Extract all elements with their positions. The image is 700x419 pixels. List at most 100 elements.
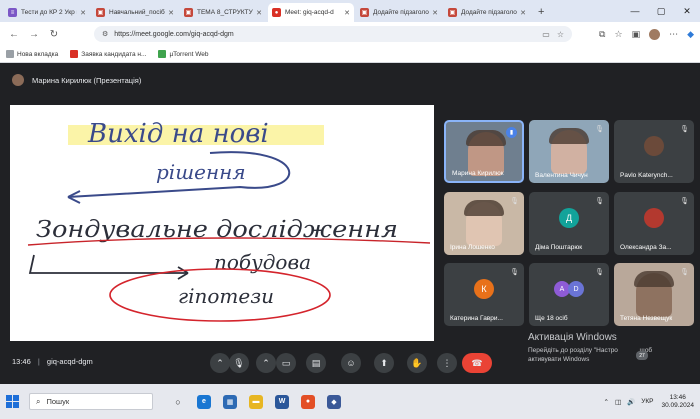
windows-activation-watermark: Активація Windows Перейдіть до розділу "… xyxy=(528,332,652,364)
slide-line-2: рішення xyxy=(156,160,246,184)
task-view-icon[interactable]: ○ xyxy=(171,395,185,409)
favorites-icon[interactable]: ☆ xyxy=(614,29,622,40)
tab-close-icon[interactable]: ✕ xyxy=(168,9,174,17)
participant-tile[interactable]: 🎙 Валентина Чичун xyxy=(529,120,609,183)
participant-name: Олександра За... xyxy=(620,244,672,251)
participant-tile[interactable]: 🎙 Ірина Лошенко xyxy=(444,192,524,255)
more-options-button[interactable]: ⌃ xyxy=(210,353,230,373)
tab-title: Тести до КР 2 Укр про xyxy=(21,9,77,16)
tab-title: Додайте підзаголово xyxy=(373,9,429,16)
participant-name: Pavlo Katerynch... xyxy=(620,172,673,179)
tab-title: Навчальний_посібни xyxy=(109,9,165,16)
mic-off-icon: 🎙 xyxy=(510,198,519,205)
mic-off-icon: 🎙 xyxy=(680,126,689,133)
presenter-header: Марина Кирилюк (Презентація) xyxy=(12,74,141,86)
leave-call-button[interactable]: ☎ xyxy=(462,353,492,373)
mic-off-icon: 🎙 xyxy=(595,269,604,276)
network-icon[interactable]: ◫ xyxy=(615,398,621,406)
new-tab-button[interactable]: + xyxy=(532,3,550,22)
edge-icon[interactable]: e xyxy=(197,394,211,409)
taskbar-search[interactable]: ⌕ Пошук xyxy=(29,393,153,410)
address-bar[interactable]: ⚙ https://meet.google.com/giq-acqd-dgm ▭… xyxy=(94,26,572,42)
forward-button[interactable]: → xyxy=(26,26,42,42)
participant-hair xyxy=(466,130,506,146)
microphone-button[interactable]: 🎙 xyxy=(229,353,249,373)
bookmark-icon xyxy=(70,50,79,58)
star-icon[interactable]: ☆ xyxy=(557,30,564,39)
menu-icon[interactable]: ⋯ xyxy=(669,29,678,40)
word-icon[interactable]: W xyxy=(275,394,289,409)
meeting-code: giq-acqd-dgm xyxy=(46,357,93,366)
collections-icon[interactable]: ▣ xyxy=(632,29,641,40)
profile-avatar[interactable] xyxy=(649,28,661,40)
participant-name: Валентина Чичун xyxy=(535,172,588,179)
participant-avatar: К xyxy=(474,279,494,299)
tab-close-icon[interactable]: ✕ xyxy=(344,9,350,17)
participant-avatar xyxy=(644,208,664,228)
bookmark-item[interactable]: Нова вкладка xyxy=(6,50,58,58)
captions-button[interactable]: ▤ xyxy=(306,353,326,373)
app-icon[interactable]: ◆ xyxy=(327,394,341,409)
clock-date: 30.09.2024 xyxy=(661,401,694,409)
participant-name: Катерина Гаври... xyxy=(450,315,503,322)
tab-favicon-icon: ▣ xyxy=(96,8,105,17)
meet-controls-bar: 13:46 | giq-acqd-dgm ⌃ 🎙 ⌃ ▭ ▤ ☺ ⬆ ✋ ⋮ ☎… xyxy=(0,332,700,384)
windows-start-icon[interactable] xyxy=(6,395,19,408)
copilot-icon[interactable]: ◆ xyxy=(687,29,694,40)
emoji-button[interactable]: ☺ xyxy=(341,353,361,373)
mic-off-icon: 🎙 xyxy=(680,198,689,205)
bookmark-item[interactable]: Заявка кандидата н... xyxy=(70,50,146,58)
browser-tab[interactable]: ▣ ТЕМА 8_СТРУКТУРИЗА✕ xyxy=(180,3,266,22)
bookmark-label: µTorrent Web xyxy=(169,50,209,58)
present-button[interactable]: ⬆ xyxy=(374,353,394,373)
participant-tile[interactable]: Д 🎙 Діма Поштарюк xyxy=(529,192,609,255)
minimize-icon[interactable]: — xyxy=(622,0,648,22)
extensions-icon[interactable]: ⧉ xyxy=(599,29,605,40)
camera-button[interactable]: ▭ xyxy=(276,353,296,373)
back-button[interactable]: ← xyxy=(6,26,22,42)
participant-tile[interactable]: А D 🎙 Ще 18 осіб xyxy=(529,263,609,326)
tab-close-icon[interactable]: ✕ xyxy=(256,9,262,17)
volume-icon[interactable]: 🔊 xyxy=(627,398,635,406)
participant-tile[interactable]: 🎙 Тетяна Незвещук xyxy=(614,263,694,326)
raise-hand-button[interactable]: ✋ xyxy=(407,353,427,373)
bookmark-item[interactable]: µTorrent Web xyxy=(158,50,208,58)
tab-title: Додайте підзаголово xyxy=(461,9,517,16)
site-info-icon[interactable]: ⚙ xyxy=(102,30,108,38)
browser-tab[interactable]: ≡ Тести до КР 2 Укр про✕ xyxy=(4,3,90,22)
participant-name: Марина Кирилюк xyxy=(452,170,504,177)
browser-tab[interactable]: ▣ Додайте підзаголово✕ xyxy=(444,3,530,22)
participant-tile[interactable]: 🎙 Pavlo Katerynch... xyxy=(614,120,694,183)
participant-name: Тетяна Незвещук xyxy=(620,315,673,322)
camera-icon[interactable]: ▭ xyxy=(542,30,550,39)
participant-tile[interactable]: ▮ Марина Кирилюк xyxy=(444,120,524,183)
activation-title: Активація Windows xyxy=(528,332,617,343)
explorer-icon[interactable]: ▬ xyxy=(249,394,263,409)
store-icon[interactable]: ▦ xyxy=(223,394,237,409)
participant-avatar: D xyxy=(568,281,584,297)
screen: ≡Тести до КР 2 Укр про✕▣Навчальний_посіб… xyxy=(0,0,700,419)
meeting-info: 13:46 | giq-acqd-dgm xyxy=(12,357,93,366)
browser-tab[interactable]: ▣ Додайте підзаголово✕ xyxy=(356,3,442,22)
tab-close-icon[interactable]: ✕ xyxy=(520,9,526,17)
browser-tab[interactable]: ▣ Навчальний_посібни✕ xyxy=(92,3,178,22)
language-indicator[interactable]: УКР xyxy=(641,398,653,405)
participant-tile[interactable]: К 🎙 Катерина Гаври... xyxy=(444,263,524,326)
taskbar-clock[interactable]: 13:46 30.09.2024 xyxy=(661,394,694,410)
tab-close-icon[interactable]: ✕ xyxy=(80,9,86,17)
browser-tab[interactable]: ● Meet: giq-acqd-d ✕ xyxy=(268,3,354,22)
maximize-icon[interactable]: ▢ xyxy=(648,0,674,22)
participant-tile[interactable]: 🎙 Олександра За... xyxy=(614,192,694,255)
tab-title: ТЕМА 8_СТРУКТУРИЗА xyxy=(197,9,253,16)
close-icon[interactable]: ✕ xyxy=(674,0,700,22)
chevron-up-icon[interactable]: ⌃ xyxy=(603,398,608,406)
more-actions-button[interactable]: ⋮ xyxy=(437,353,457,373)
clock-time: 13:46 xyxy=(669,393,686,401)
tab-close-icon[interactable]: ✕ xyxy=(432,9,438,17)
chat-count-badge[interactable]: 27 xyxy=(636,351,648,360)
camera-options-button[interactable]: ⌃ xyxy=(256,353,276,373)
tab-favicon-icon: ≡ xyxy=(8,8,17,17)
chrome-icon[interactable]: ● xyxy=(301,394,315,409)
presenter-label: Марина Кирилюк (Презентація) xyxy=(32,75,142,85)
reload-button[interactable]: ↻ xyxy=(46,26,62,42)
